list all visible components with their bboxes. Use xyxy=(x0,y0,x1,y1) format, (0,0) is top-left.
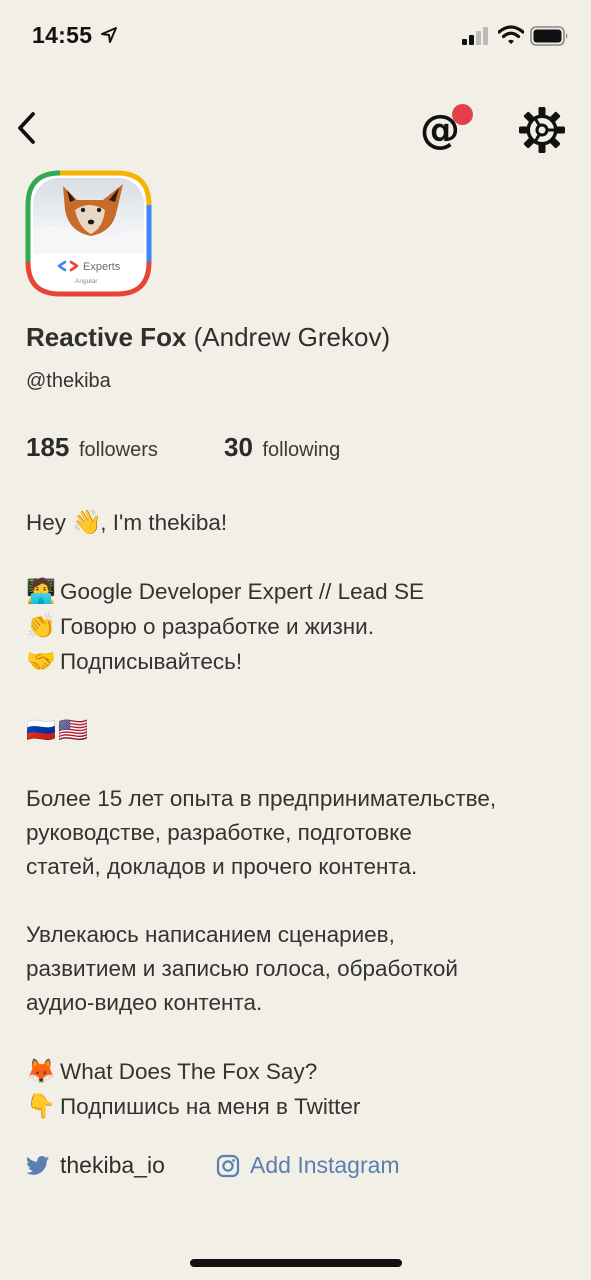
profile-name: Reactive Fox (Andrew Grekov) xyxy=(26,322,390,353)
notification-dot xyxy=(452,104,473,125)
instagram-icon xyxy=(216,1154,240,1177)
status-bar: 14:55 xyxy=(0,0,591,72)
settings-button[interactable] xyxy=(518,106,566,154)
wifi-icon xyxy=(498,25,524,44)
add-instagram-button[interactable]: Add Instagram xyxy=(216,1152,400,1179)
bio-paragraph-line: развитием и записью голоса, обработкой xyxy=(26,956,458,981)
followers-count: 185 xyxy=(26,432,70,462)
bio-line: 🦊 What Does The Fox Say? xyxy=(26,1054,571,1089)
display-name: Reactive Fox xyxy=(26,322,187,352)
bio-flags: 🇷🇺🇺🇸 xyxy=(26,713,571,748)
bio-paragraph-line: Более 15 лет опыта в предпринимательстве… xyxy=(26,786,497,811)
russia-flag-icon: 🇷🇺 xyxy=(26,716,56,744)
add-instagram-label: Add Instagram xyxy=(250,1152,400,1178)
chevron-left-icon xyxy=(18,112,35,144)
usa-flag-icon: 🇺🇸 xyxy=(58,716,88,744)
handshake-icon: 🤝 xyxy=(26,647,56,675)
avatar-badge-title: Experts xyxy=(83,261,121,273)
home-indicator[interactable] xyxy=(190,1259,402,1267)
clapping-hands-icon: 👏 xyxy=(26,612,56,640)
gear-icon xyxy=(519,107,565,153)
bio-line: 👇 Подпишись на меня в Twitter xyxy=(26,1089,571,1124)
bio-paragraph-line: статей, докладов и прочего контента. xyxy=(26,854,418,879)
bio-paragraph-line: руководстве, разработке, подготовке xyxy=(26,820,412,845)
twitter-bird-icon xyxy=(26,1155,49,1175)
bio-line: 🧑‍💻 Google Developer Expert // Lead SE xyxy=(26,574,571,609)
fox-icon: 🦊 xyxy=(26,1057,56,1085)
technologist-icon: 🧑‍💻 xyxy=(26,577,56,605)
following-link[interactable]: 30 following xyxy=(224,432,340,463)
bio-greeting: Hey 👋, I'm thekiba! xyxy=(26,505,571,540)
following-count: 30 xyxy=(224,432,253,462)
profile-bio: Hey 👋, I'm thekiba! 🧑‍💻 Google Developer … xyxy=(26,505,571,1124)
avatar-badge-subtitle: Angular xyxy=(75,278,98,285)
pointing-down-icon: 👇 xyxy=(26,1092,56,1120)
cellular-signal-icon xyxy=(462,27,488,45)
twitter-link[interactable]: thekiba_io xyxy=(26,1152,165,1179)
battery-icon xyxy=(530,26,568,46)
mentions-button[interactable]: @ xyxy=(418,104,476,156)
bio-paragraph-line: Увлекаюсь написанием сценариев, xyxy=(26,922,395,947)
bio-paragraph-line: аудио-видео контента. xyxy=(26,990,263,1015)
location-arrow-icon xyxy=(101,27,117,43)
social-links: thekiba_io Add Instagram xyxy=(26,1152,586,1186)
waving-hand-icon: 👋 xyxy=(72,508,103,536)
bio-line: 🤝 Подписывайтесь! xyxy=(26,644,571,679)
following-label: following xyxy=(262,439,341,461)
followers-link[interactable]: 185 followers xyxy=(26,432,158,463)
bio-line: 👏 Говорю о разработке и жизни. xyxy=(26,609,571,644)
avatar[interactable]: Experts Angular xyxy=(25,170,152,297)
status-time: 14:55 xyxy=(32,22,93,48)
followers-label: followers xyxy=(78,439,158,461)
profile-handle: @thekiba xyxy=(26,370,111,392)
back-button[interactable] xyxy=(6,106,46,150)
twitter-handle: thekiba_io xyxy=(60,1152,165,1178)
real-name: (Andrew Grekov) xyxy=(193,322,391,352)
